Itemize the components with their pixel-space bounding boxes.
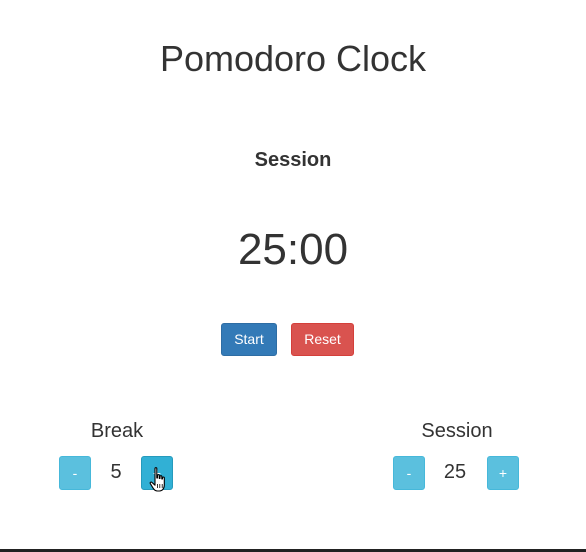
start-button[interactable]: Start	[221, 323, 277, 356]
session-increment-button[interactable]: +	[487, 456, 519, 490]
break-decrement-button[interactable]: -	[59, 456, 91, 490]
reset-button[interactable]: Reset	[291, 323, 354, 356]
break-increment-button[interactable]: +	[141, 456, 173, 490]
session-decrement-button[interactable]: -	[393, 456, 425, 490]
break-length-label: Break	[90, 420, 144, 442]
session-length-value: 25	[443, 461, 467, 483]
timer-display: 25:00	[237, 225, 349, 274]
break-length-value: 5	[110, 461, 122, 483]
timer-mode-label: Session	[254, 149, 332, 171]
session-length-label: Session	[421, 420, 493, 442]
page-title: Pomodoro Clock	[159, 38, 427, 79]
